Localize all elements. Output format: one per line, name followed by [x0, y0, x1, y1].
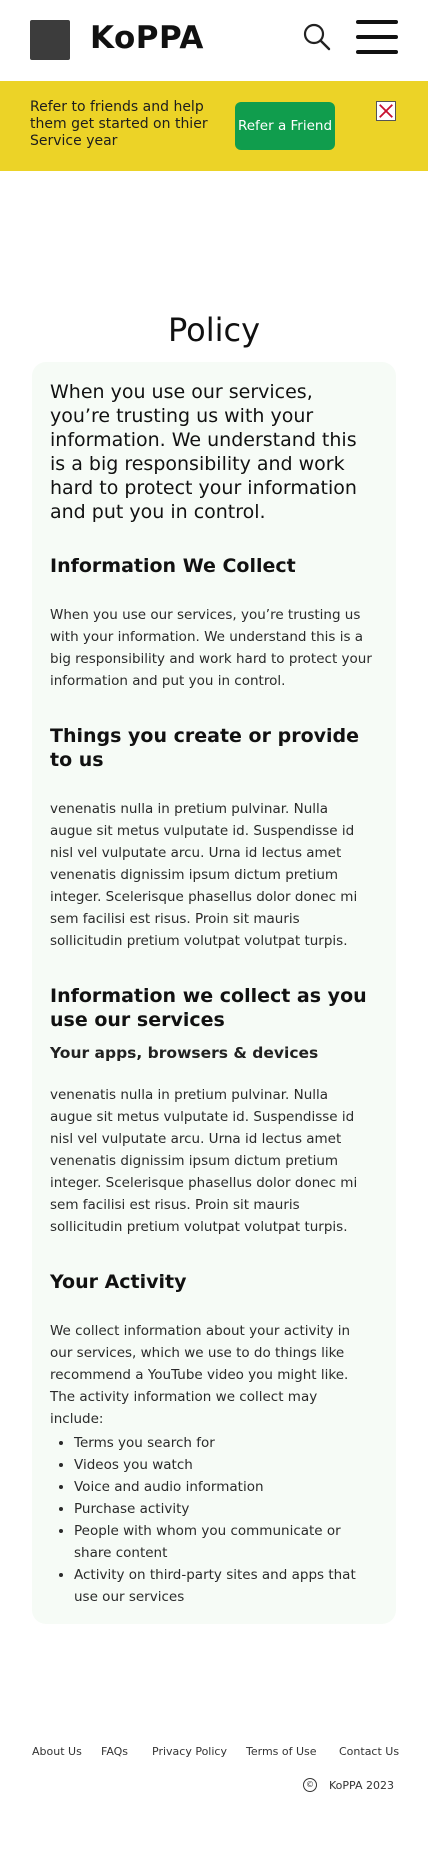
footer-link-about[interactable]: About Us [32, 1745, 82, 1758]
footer-link-contact[interactable]: Contact Us [339, 1745, 399, 1758]
section-body: venenatis nulla in pretium pulvinar. Nul… [50, 801, 358, 949]
footer-link-faqs[interactable]: FAQs [101, 1745, 128, 1758]
list-item: Purchase activity [74, 1498, 374, 1520]
list-item: Terms you search for [74, 1432, 374, 1454]
copyright-icon: © [303, 1778, 317, 1792]
hamburger-menu-icon[interactable] [356, 20, 398, 54]
section-heading: Information we collect as you use our se… [50, 985, 367, 1031]
footer-nav: About Us FAQs Privacy Policy Terms of Us… [0, 1745, 428, 1765]
policy-card: When you use our services, you’re trusti… [32, 362, 396, 1624]
footer-link-terms[interactable]: Terms of Use [246, 1745, 317, 1758]
referral-banner: Refer to friends and help them get start… [0, 81, 428, 171]
site-header: KoPPA [0, 0, 428, 81]
refer-friend-button[interactable]: Refer a Friend [235, 102, 335, 150]
close-icon[interactable] [376, 101, 396, 121]
section-body: We collect information about your activi… [50, 1323, 351, 1427]
banner-text: Refer to friends and help them get start… [30, 99, 208, 149]
list-item: Voice and audio information [74, 1476, 374, 1498]
section-heading: Information We Collect [50, 555, 296, 577]
activity-list: Terms you search for Videos you watch Vo… [50, 1432, 374, 1608]
list-item: People with whom you communicate or shar… [74, 1520, 374, 1564]
search-icon[interactable] [302, 22, 332, 52]
page-title: Policy [167, 311, 261, 350]
section-body: venenatis nulla in pretium pulvinar. Nul… [50, 1087, 358, 1235]
section-heading: Your Activity [50, 1271, 187, 1293]
policy-lead: When you use our services, you’re trusti… [50, 381, 357, 523]
copyright-text: KoPPA 2023 [329, 1778, 394, 1792]
list-item: Activity on third-party sites and apps t… [74, 1564, 374, 1608]
section-body: When you use our services, you’re trusti… [50, 607, 372, 689]
brand-name[interactable]: KoPPA [90, 20, 204, 56]
logo-icon[interactable] [30, 20, 70, 60]
footer-link-privacy[interactable]: Privacy Policy [152, 1745, 227, 1758]
section-heading: Things you create or provide to us [50, 725, 360, 771]
list-item: Videos you watch [74, 1454, 374, 1476]
section-subheading: Your apps, browsers & devices [50, 1044, 319, 1062]
copyright: © KoPPA 2023 [303, 1778, 394, 1792]
